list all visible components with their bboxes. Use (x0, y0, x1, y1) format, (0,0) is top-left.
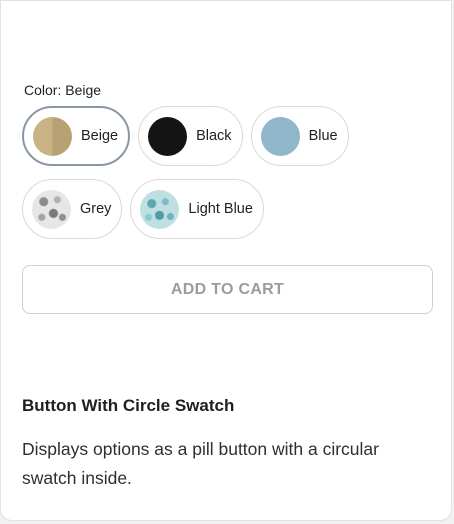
color-label: Color: Beige (24, 82, 102, 98)
swatch-option-label: Black (196, 128, 232, 144)
swatch-option-grey[interactable]: Grey (22, 179, 123, 239)
beige-swatch-circle (33, 116, 72, 156)
swatch-option-black[interactable]: Black (138, 106, 243, 166)
section-description: Displays options as a pill button with a… (22, 439, 379, 488)
swatch-option-label: Grey (80, 201, 112, 217)
swatch-option-label: Light Blue (188, 201, 253, 217)
add-to-cart-button[interactable]: ADD TO CART (22, 265, 433, 314)
swatch-option-blue[interactable]: Blue (250, 106, 349, 166)
swatch-option-light-blue[interactable]: Light Blue (130, 179, 264, 239)
swatch-row: Beige Black Blue (22, 106, 349, 166)
black-swatch-circle (148, 116, 188, 156)
grey-swatch-circle (32, 189, 71, 229)
blue-swatch-circle (260, 116, 300, 156)
swatch-option-label: Blue (308, 128, 338, 144)
section-title: Button With Circle Swatch (22, 396, 235, 415)
swatch-row: Grey Light Blue (22, 179, 264, 239)
swatch-option-beige[interactable]: Beige (22, 106, 131, 166)
product-card: Color: Beige Beige Black Blue Grey Light… (0, 0, 452, 521)
light-blue-swatch-circle (140, 189, 180, 229)
swatch-option-label: Beige (81, 128, 119, 144)
